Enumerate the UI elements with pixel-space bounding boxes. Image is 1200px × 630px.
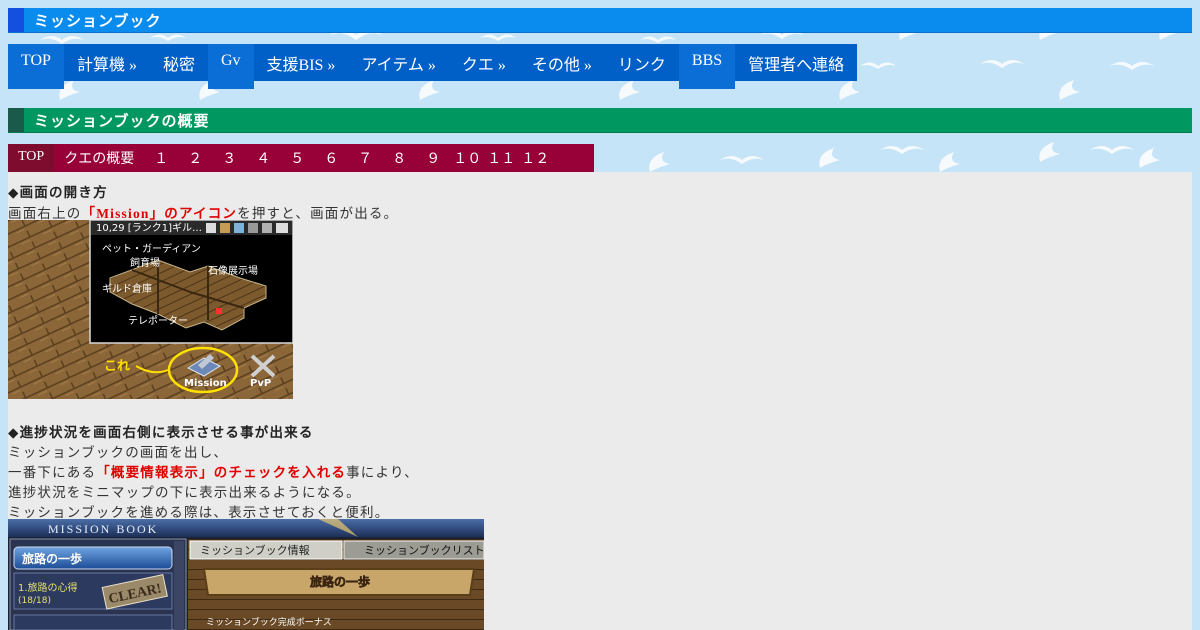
map-label-statue-hall: 石像展示場 [208, 264, 258, 277]
completion-bonus-label: ミッションブック完成ボーナス [206, 616, 332, 628]
paragraph-line-4: ミッションブックを進める際は、表示させておくと便利。 [8, 505, 390, 521]
subnav-page-4[interactable]: ４ [246, 144, 280, 172]
main-nav: TOP 計算機 » 秘密 Gv 支援BIS » アイテム » クエ » その他 … [8, 44, 858, 89]
section-header: ミッションブックの概要 [8, 108, 1192, 133]
minimap-screenshot: 10,29 [ランク1]ギル… ペット・ガーディアン 飼育場 石像展示場 ギルド… [8, 220, 293, 399]
heading-progress-display: ◆進捗状況を画面右側に表示させる事が出来る [8, 425, 314, 441]
paragraph-line-3: 進捗状況をミニマップの下に表示出来るようになる。 [8, 485, 361, 501]
annotation-this: これ [104, 359, 130, 374]
mission-book-screenshot: MISSION BOOK 旅路の一歩 1.旅路の心得 (18/18) CLEAR… [8, 519, 484, 630]
mission-icon-label: Mission [184, 378, 227, 389]
player-marker-icon [216, 308, 222, 314]
subnav-page-1[interactable]: １ [144, 144, 178, 172]
subnav-top[interactable]: TOP [8, 144, 55, 172]
subnav-overview[interactable]: クエの概要 [54, 144, 144, 172]
minimap-window-title: 10,29 [ランク1]ギル… [96, 222, 202, 234]
subnav-page-11[interactable]: １１ [484, 144, 518, 172]
nav-items[interactable]: アイテム » [348, 44, 449, 81]
subnav-page-6[interactable]: ６ [314, 144, 348, 172]
svg-text:旅路の一歩: 旅路の一歩 [310, 574, 370, 589]
subnav-page-8[interactable]: ８ [382, 144, 416, 172]
subnav-page-2[interactable]: ２ [178, 144, 212, 172]
nav-other[interactable]: その他 » [518, 44, 605, 81]
content-area: ◆画面の開き方 画面右上の「Mission」のアイコンを押すと、画面が出る。 1… [8, 172, 1192, 630]
subnav-page-5[interactable]: ５ [280, 144, 314, 172]
map-label-teleporter: テレポーター [128, 315, 188, 327]
subnav-page-12[interactable]: １２ [518, 144, 552, 172]
sub-mission-progress: (18/18) [18, 596, 51, 606]
section-accent [8, 108, 24, 132]
svg-text:ミッションブックリスト: ミッションブックリスト [364, 543, 484, 557]
mission-book-window-title: MISSION BOOK [48, 522, 158, 536]
list-scrollbar[interactable] [174, 541, 184, 630]
heading-open-screen: ◆画面の開き方 [8, 185, 108, 201]
subnav-page-3[interactable]: ３ [212, 144, 246, 172]
overview-checkbox-highlight: 「概要情報表示」のチェックを入れる [96, 465, 347, 481]
quest-subnav: TOP クエの概要 １ ２ ３ ４ ５ ６ ７ ８ ９ １０ １１ １２ [8, 144, 594, 172]
nav-quests[interactable]: クエ » [448, 44, 519, 81]
mission-icon-highlight: 「Mission」のアイコン [81, 206, 238, 221]
subnav-page-7[interactable]: ７ [348, 144, 382, 172]
subnav-page-9[interactable]: ９ [416, 144, 450, 172]
nav-support-bis[interactable]: 支援BIS » [253, 44, 349, 81]
section-title: ミッションブックの概要 [34, 112, 210, 130]
nav-top[interactable]: TOP [8, 44, 64, 89]
nav-contact-admin[interactable]: 管理者へ連絡 [735, 44, 858, 81]
nav-gv[interactable]: Gv [207, 44, 254, 89]
svg-text:ミッションブック情報: ミッションブック情報 [200, 543, 310, 557]
subnav-page-10[interactable]: １０ [450, 144, 484, 172]
nav-calculator[interactable]: 計算機 » [63, 44, 150, 81]
paragraph-open-screen: 画面右上の「Mission」のアイコンを押すと、画面が出る。 [8, 206, 399, 222]
nav-secret[interactable]: 秘密 [149, 44, 208, 81]
map-label-pet-guardian: ペット・ガーディアン [102, 242, 201, 255]
nav-links[interactable]: リンク [604, 44, 679, 81]
pvp-icon-label: PvP [250, 378, 271, 389]
paragraph-line-2: 一番下にある「概要情報表示」のチェックを入れる事により、 [8, 465, 419, 481]
sub-mission-label: 1.旅路の心得 [18, 581, 78, 594]
header-accent [8, 8, 24, 32]
site-title: ミッションブック [34, 12, 162, 30]
paragraph-line-1: ミッションブックの画面を出し、 [8, 445, 229, 461]
mission-list-item-label: 旅路の一歩 [22, 551, 82, 566]
map-label-guild-storage: ギルド倉庫 [102, 282, 152, 295]
nav-bbs[interactable]: BBS [678, 44, 736, 89]
map-label-breeding: 飼育場 [130, 256, 160, 269]
site-header: ミッションブック [8, 8, 1192, 33]
